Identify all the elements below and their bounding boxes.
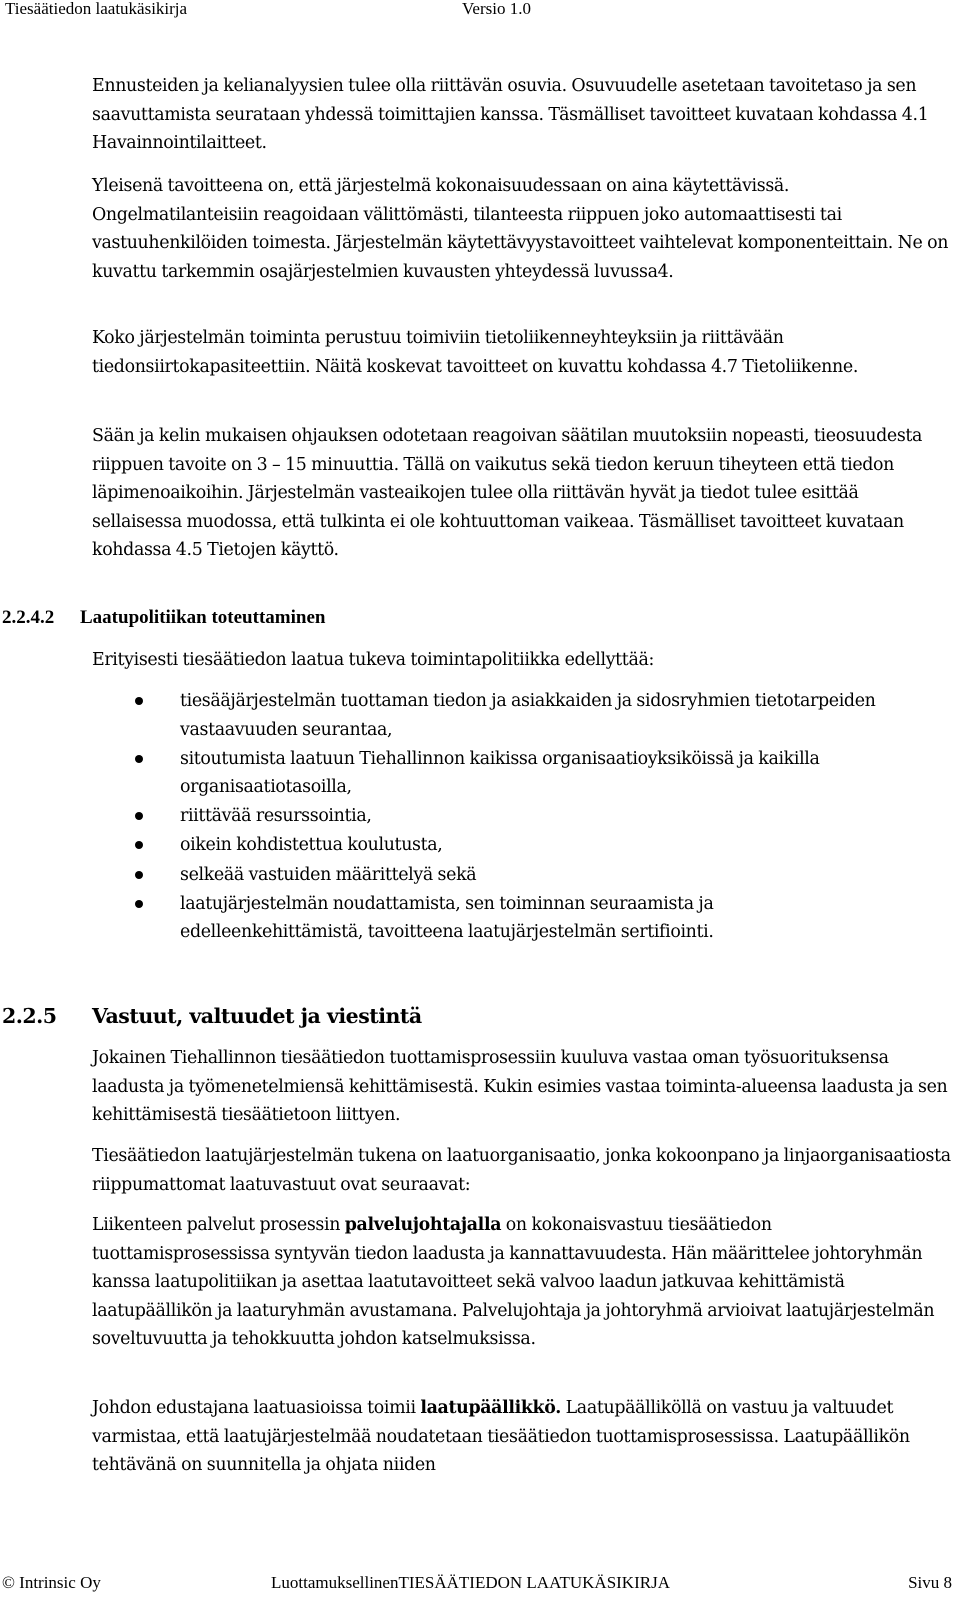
role-quality-manager: laatupäällikkö.	[420, 1398, 561, 1418]
role-service-director: palvelujohtajalla	[344, 1215, 502, 1235]
section-heading-225: 2.2.5 Vastuut, valtuudet ja viestintä	[2, 1004, 422, 1028]
list-item: laatujärjestelmän noudattamista, sen toi…	[0, 890, 880, 947]
copyright: © Intrinsic Oy	[2, 1573, 101, 1592]
paragraph-quality-manager: Johdon edustajana laatuasioissa toimii l…	[92, 1398, 910, 1476]
section-number: 2.2.5	[2, 1004, 57, 1028]
bullet-icon	[135, 841, 143, 850]
list-item: selkeää vastuiden määrittelyä sekä	[0, 861, 880, 890]
section-heading-2242: 2.2.4.2 Laatupolitiikan toteuttaminen	[2, 607, 325, 629]
page-number: Sivu 8	[908, 1573, 952, 1592]
bullet-icon	[135, 697, 143, 705]
list-item: tiesääjärjestelmän tuottaman tiedon ja a…	[0, 687, 880, 744]
section-title: Laatupolitiikan toteuttaminen	[80, 607, 326, 628]
list-item: oikein kohdistettua koulutusta,	[0, 831, 880, 860]
section-title: Vastuut, valtuudet ja viestintä	[92, 1004, 422, 1028]
paragraph-telecom: Koko järjestelmän toiminta perustuu toim…	[92, 328, 859, 377]
paragraph-responsibility: Jokainen Tiehallinnon tiesäätiedon tuott…	[92, 1048, 948, 1126]
paragraph-quality-organization: Tiesäätiedon laatujärjestelmän tukena on…	[92, 1146, 951, 1195]
paragraph-response-time: Sään ja kelin mukaisen ohjauksen odoteta…	[92, 426, 923, 561]
policy-bullet-list: tiesääjärjestelmän tuottaman tiedon ja a…	[0, 687, 960, 947]
bullet-icon	[135, 754, 143, 763]
bullet-icon	[135, 899, 143, 908]
list-item: riittävää resurssointia,	[0, 802, 880, 831]
list-item: sitoutumista laatuun Tiehallinnon kaikis…	[0, 745, 880, 802]
document-version: Versio 1.0	[462, 0, 531, 18]
page-header: Tiesäätiedon laatukäsikirja Versio 1.0	[0, 0, 960, 20]
document-title: Tiesäätiedon laatukäsikirja	[5, 0, 188, 18]
bullet-icon	[135, 812, 143, 821]
confidentiality-label: LuottamuksellinenTIESÄÄTIEDON LAATUKÄSIK…	[271, 1573, 670, 1592]
section-number: 2.2.4.2	[2, 607, 55, 628]
page-footer: © Intrinsic Oy LuottamuksellinenTIESÄÄTI…	[0, 1573, 960, 1593]
paragraph-availability: Yleisenä tavoitteena on, että järjestelm…	[92, 176, 949, 282]
paragraph-service-director: Liikenteen palvelut prosessin palvelujoh…	[92, 1215, 935, 1350]
bullet-icon	[135, 870, 143, 879]
paragraph-forecast-accuracy: Ennusteiden ja kelianalyysien tulee olla…	[92, 76, 929, 154]
paragraph-policy-intro: Erityisesti tiesäätiedon laatua tukeva t…	[92, 650, 654, 670]
